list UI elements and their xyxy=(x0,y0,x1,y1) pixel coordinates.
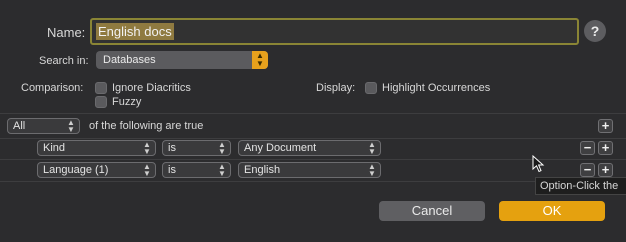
criterion-field-popup[interactable]: Language (1) ▲ ▼ xyxy=(37,162,156,178)
remove-criterion-button[interactable]: − xyxy=(580,141,595,155)
divider xyxy=(0,113,626,114)
checkbox-box[interactable] xyxy=(95,82,107,94)
criterion-buttons: − + xyxy=(580,141,613,155)
match-suffix: of the following are true xyxy=(89,120,204,132)
criterion-field-value: Language (1) xyxy=(43,164,109,176)
divider xyxy=(0,181,626,182)
criterion-operator-popup[interactable]: is ▲ ▼ xyxy=(162,140,231,156)
highlight-occurrences-checkbox[interactable]: Highlight Occurrences xyxy=(365,81,490,95)
criterion-field-value: Kind xyxy=(43,142,66,154)
cancel-button[interactable]: Cancel xyxy=(379,201,485,221)
criterion-operator-popup[interactable]: is ▲ ▼ xyxy=(162,162,231,178)
add-criterion-button[interactable]: + xyxy=(598,141,613,155)
criterion-value-value: Any Document xyxy=(244,142,317,154)
search-in-label: Search in: xyxy=(39,55,89,67)
divider xyxy=(0,138,626,139)
tooltip: Option-Click the xyxy=(535,177,626,195)
updown-chevron-icon: ▲ ▼ xyxy=(218,162,226,178)
comparison-label: Comparison: xyxy=(21,82,84,94)
updown-chevron-icon: ▲ ▼ xyxy=(368,140,376,156)
updown-chevron-icon: ▲ ▼ xyxy=(67,118,75,134)
criterion-operator-value: is xyxy=(168,164,176,176)
updown-chevron-icon: ▲ ▼ xyxy=(252,51,268,69)
updown-chevron-icon: ▲ ▼ xyxy=(218,140,226,156)
display-label: Display: xyxy=(316,82,356,94)
criterion-value-popup[interactable]: English ▲ ▼ xyxy=(238,162,381,178)
ignore-diacritics-label: Ignore Diacritics xyxy=(112,82,191,94)
mouse-pointer-icon xyxy=(532,155,545,173)
criterion-value-value: English xyxy=(244,164,281,176)
fuzzy-label: Fuzzy xyxy=(112,96,142,108)
ok-button[interactable]: OK xyxy=(499,201,605,221)
checkbox-box[interactable] xyxy=(365,82,377,94)
match-value: All xyxy=(13,120,26,132)
updown-chevron-icon: ▲ ▼ xyxy=(143,140,151,156)
add-criterion-button[interactable]: + xyxy=(598,119,613,133)
criterion-field-popup[interactable]: Kind ▲ ▼ xyxy=(37,140,156,156)
remove-criterion-button[interactable]: − xyxy=(580,163,595,177)
fuzzy-checkbox[interactable]: Fuzzy xyxy=(95,95,141,109)
name-field-value: English docs xyxy=(96,23,174,40)
name-field[interactable]: English docs xyxy=(90,18,579,45)
ignore-diacritics-checkbox[interactable]: Ignore Diacritics xyxy=(95,81,191,95)
criterion-buttons: − + xyxy=(580,163,613,177)
match-popup[interactable]: All ▲ ▼ xyxy=(7,118,80,134)
add-criterion-button[interactable]: + xyxy=(598,163,613,177)
criterion-operator-value: is xyxy=(168,142,176,154)
checkbox-box[interactable] xyxy=(95,96,107,108)
highlight-occurrences-label: Highlight Occurrences xyxy=(382,82,491,94)
updown-chevron-icon: ▲ ▼ xyxy=(368,162,376,178)
search-in-value: Databases xyxy=(103,54,156,66)
search-in-popup[interactable]: Databases ▲ ▼ xyxy=(96,51,268,69)
help-button[interactable]: ? xyxy=(584,20,606,42)
updown-chevron-icon: ▲ ▼ xyxy=(143,162,151,178)
criterion-value-popup[interactable]: Any Document ▲ ▼ xyxy=(238,140,381,156)
name-label: Name: xyxy=(47,25,86,40)
